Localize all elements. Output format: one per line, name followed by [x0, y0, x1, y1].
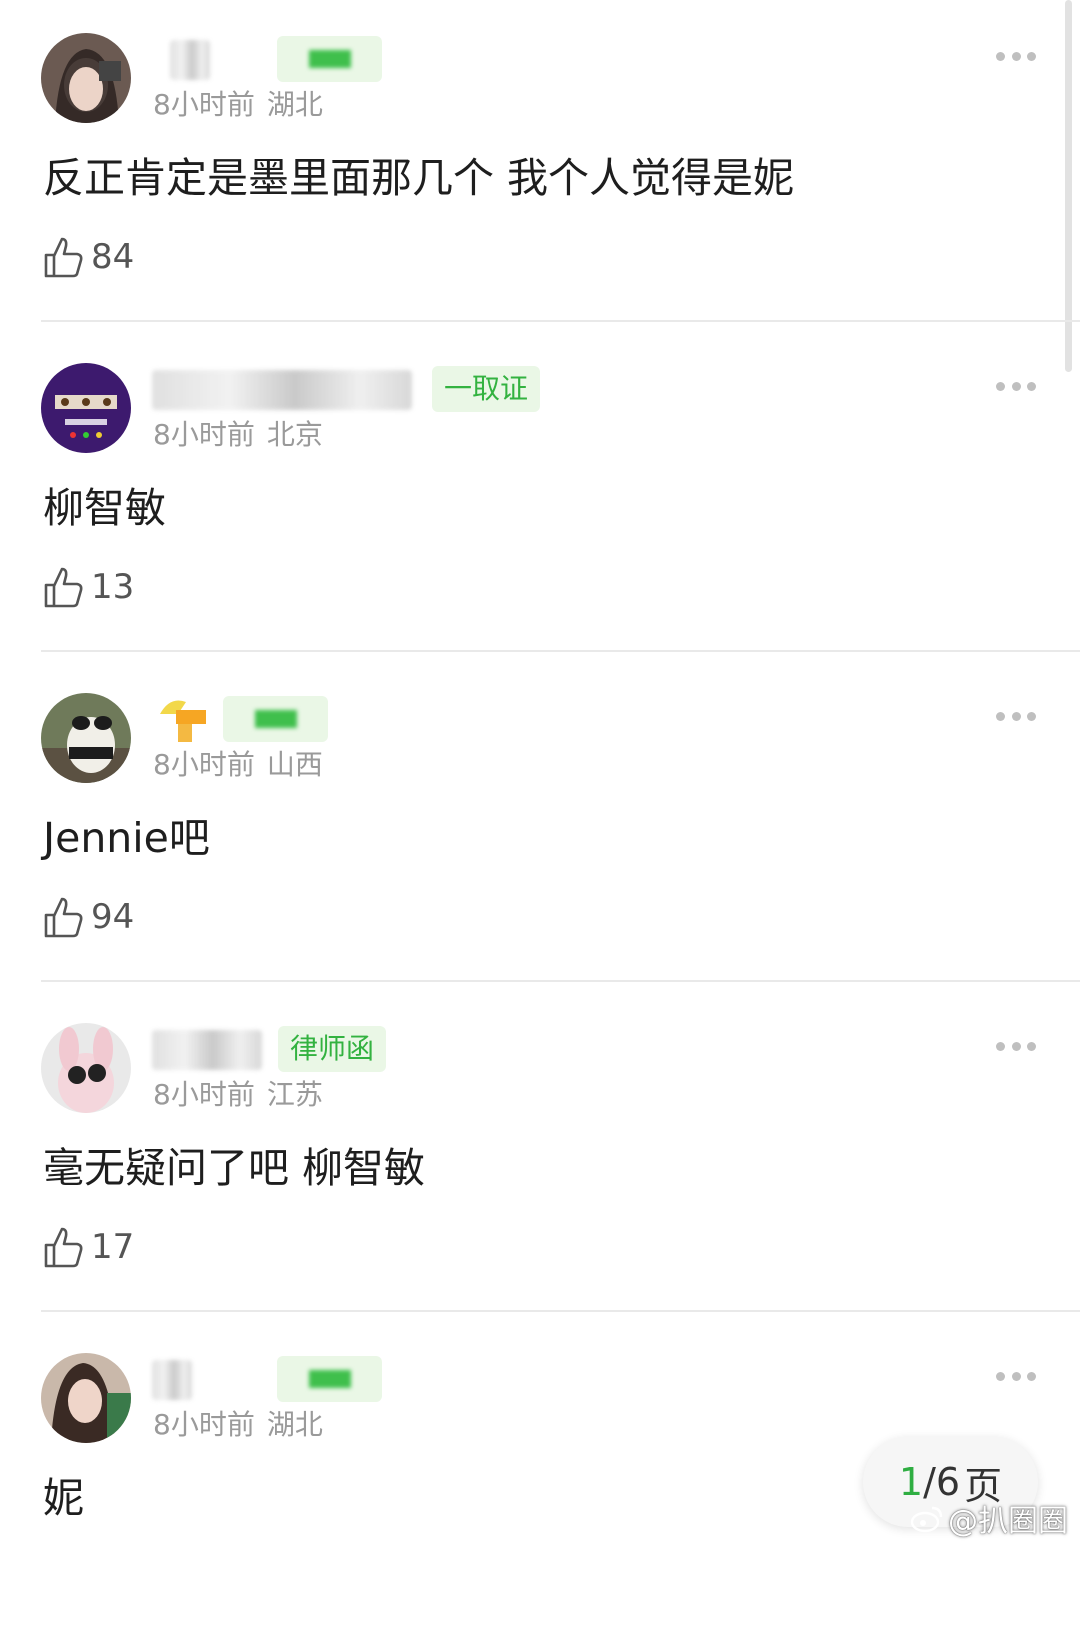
avatar[interactable]	[41, 33, 131, 123]
like-count: 84	[91, 237, 135, 277]
user-badge	[277, 36, 382, 82]
comment-time: 8小时前	[153, 1408, 255, 1441]
more-button[interactable]	[996, 708, 1036, 724]
comment-location: 山西	[266, 748, 323, 781]
thumbs-up-icon	[44, 897, 83, 938]
divider	[41, 1310, 1080, 1312]
username-blurred[interactable]	[152, 370, 412, 410]
comment-item: 8小时前 湖北 反正肯定是墨里面那几个 我个人觉得是妮 84	[0, 0, 1080, 330]
user-badge	[223, 696, 328, 742]
comment-text: 反正肯定是墨里面那几个 我个人觉得是妮	[43, 154, 795, 202]
more-button[interactable]	[996, 378, 1036, 394]
like-count: 94	[91, 897, 135, 937]
comment-meta: 8小时前 北京	[153, 417, 323, 453]
comment-text: 毫无疑问了吧 柳智敏	[43, 1144, 426, 1192]
comment-item: 一取证 8小时前 北京 柳智敏 13	[0, 330, 1080, 660]
comment-text: 柳智敏	[43, 484, 166, 532]
like-button[interactable]: 13	[43, 562, 134, 612]
divider	[41, 980, 1080, 982]
like-count: 17	[91, 1227, 135, 1267]
comment-text: Jennie吧	[43, 814, 210, 862]
more-dots-icon	[996, 381, 1005, 391]
user-badge: 一取证	[432, 366, 541, 412]
watermark-text: @扒圈圈	[948, 1504, 1068, 1539]
more-dots-icon	[996, 1371, 1005, 1381]
comment-time: 8小时前	[153, 748, 255, 781]
comment-location: 湖北	[266, 88, 323, 121]
thumbs-up-icon	[44, 567, 83, 608]
more-dots-icon	[996, 51, 1005, 61]
more-button[interactable]	[996, 48, 1036, 64]
comment-location: 江苏	[266, 1078, 323, 1111]
thumbs-up-icon	[44, 1227, 83, 1268]
username-blurred[interactable]	[170, 40, 210, 80]
comment-location: 北京	[266, 418, 323, 451]
watermark: @扒圈圈	[910, 1496, 1068, 1540]
comment-time: 8小时前	[153, 1078, 255, 1111]
comment-item: 律师函 8小时前 江苏 毫无疑问了吧 柳智敏 17	[0, 990, 1080, 1320]
user-badge	[277, 1356, 382, 1402]
more-button[interactable]	[996, 1038, 1036, 1054]
rank-badge-icon	[156, 692, 208, 744]
comment-meta: 8小时前 江苏	[153, 1077, 323, 1113]
comment-location: 湖北	[266, 1408, 323, 1441]
thumbs-up-icon	[44, 237, 83, 278]
weibo-logo-icon	[910, 1506, 943, 1533]
divider	[41, 650, 1080, 652]
comment-time: 8小时前	[153, 418, 255, 451]
comment-meta: 8小时前 湖北	[153, 87, 323, 123]
username-blurred[interactable]	[152, 1030, 262, 1070]
avatar[interactable]	[41, 1023, 131, 1113]
like-count: 13	[91, 567, 135, 607]
avatar[interactable]	[41, 693, 131, 783]
more-button[interactable]	[996, 1368, 1036, 1384]
avatar[interactable]	[41, 1353, 131, 1443]
like-button[interactable]: 17	[43, 1222, 134, 1272]
user-badge: 律师函	[278, 1026, 387, 1072]
like-button[interactable]: 84	[43, 232, 134, 282]
more-dots-icon	[996, 1041, 1005, 1051]
username-blurred[interactable]	[152, 1360, 192, 1400]
comment-item: 8小时前 山西 Jennie吧 94	[0, 660, 1080, 990]
divider	[41, 320, 1080, 322]
comment-meta: 8小时前 湖北	[153, 1407, 323, 1443]
avatar[interactable]	[41, 363, 131, 453]
comment-time: 8小时前	[153, 88, 255, 121]
more-dots-icon	[996, 711, 1005, 721]
comment-meta: 8小时前 山西	[153, 747, 323, 783]
like-button[interactable]: 94	[43, 892, 134, 942]
comment-text: 妮	[43, 1474, 84, 1522]
